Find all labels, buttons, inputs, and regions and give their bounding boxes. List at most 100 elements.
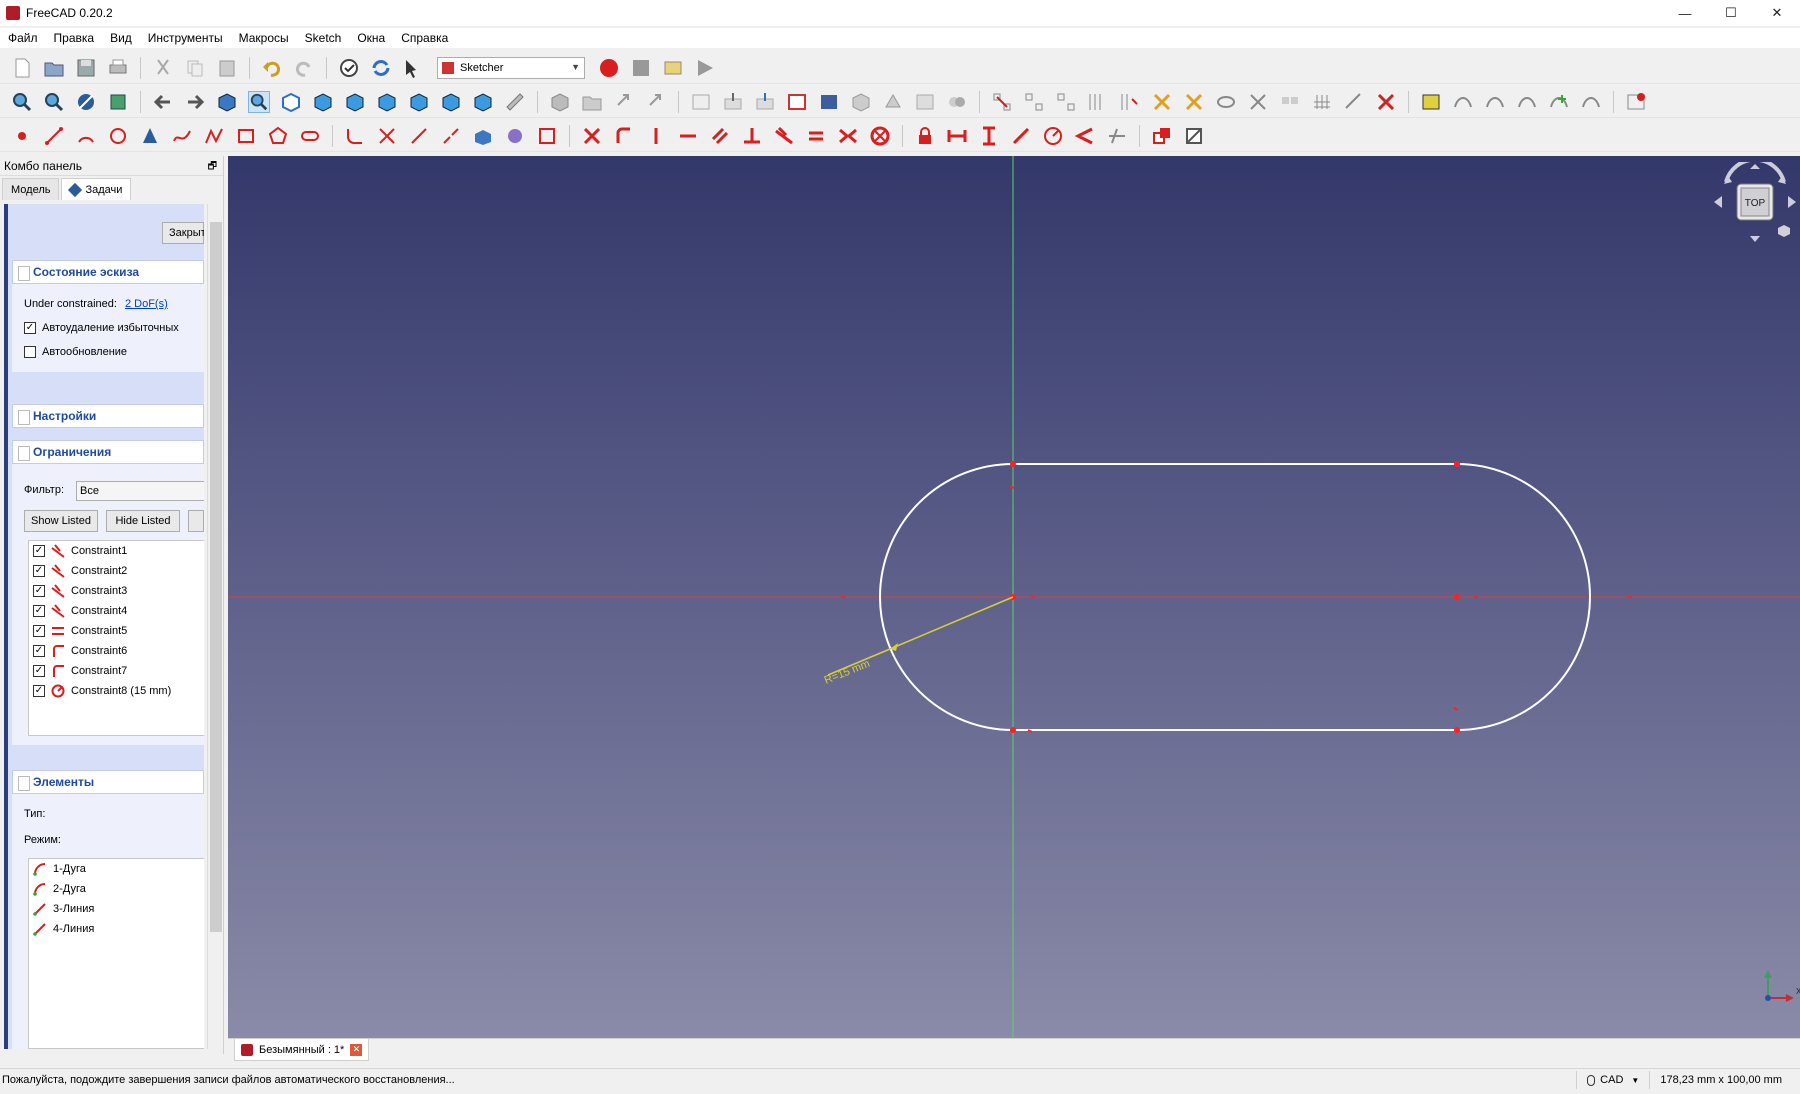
constrain-vertical-distance-icon[interactable]	[978, 125, 1000, 147]
zoom-icon[interactable]	[248, 90, 270, 113]
sketch-point[interactable]	[1454, 594, 1460, 600]
list-item[interactable]: ✓ Constraint2	[29, 561, 204, 581]
arrow-down-icon[interactable]	[1750, 236, 1760, 242]
workbench-selector[interactable]: Sketcher ▼	[437, 56, 585, 79]
constrain-block-icon[interactable]	[869, 125, 891, 147]
auto-remove-checkbox[interactable]: ✓	[24, 322, 36, 334]
list-item[interactable]: ✓ Constraint6	[29, 641, 204, 661]
new-document-icon[interactable]	[11, 57, 33, 79]
constrain-angle-icon[interactable]	[1074, 125, 1096, 147]
isometric-view-icon[interactable]	[280, 91, 302, 113]
document-tab[interactable]: Безымянный : 1* ✕	[234, 1039, 370, 1061]
undock-icon[interactable]: 🗗	[208, 159, 217, 176]
select-origin-icon[interactable]	[1023, 91, 1045, 113]
std-views-icon[interactable]	[216, 91, 238, 113]
menu-sketch[interactable]: Sketch	[297, 28, 350, 48]
tab-tasks[interactable]: Задачи	[61, 178, 132, 200]
list-item[interactable]: ✓ Constraint8 (15 mm)	[29, 681, 204, 701]
list-item[interactable]: 1-Дуга	[29, 859, 204, 879]
constraint-checkbox[interactable]: ✓	[33, 605, 45, 617]
select-constraints-icon[interactable]	[991, 91, 1013, 113]
trim-icon[interactable]	[376, 125, 398, 147]
split-icon[interactable]	[440, 125, 462, 147]
fillet-icon[interactable]	[344, 125, 366, 147]
group-icon[interactable]	[581, 91, 603, 113]
leave-sketch-icon[interactable]	[722, 91, 744, 113]
list-item[interactable]: 4-Линия	[29, 919, 204, 939]
map-sketch-icon[interactable]	[850, 91, 872, 113]
sketch-point[interactable]	[1454, 727, 1460, 733]
radius-dimension-label[interactable]: R=15 mm	[823, 658, 872, 687]
back-arrow-icon[interactable]	[152, 91, 174, 113]
bounding-box-icon[interactable]	[107, 91, 129, 113]
execute-macro-icon[interactable]	[694, 57, 716, 79]
navigation-cube[interactable]: TOP	[1710, 162, 1800, 248]
menu-windows[interactable]: Окна	[349, 28, 393, 48]
external-geometry-icon[interactable]	[472, 125, 494, 147]
symmetry-icon[interactable]	[1247, 91, 1269, 113]
polygon-icon[interactable]	[267, 125, 289, 147]
sketch-point[interactable]	[1454, 461, 1460, 467]
maximize-button[interactable]: ☐	[1708, 0, 1754, 26]
fit-selection-icon[interactable]	[43, 91, 65, 113]
3d-viewport[interactable]: R=15 mm TOP X	[228, 156, 1800, 1038]
bspline-curve-icon[interactable]	[171, 125, 193, 147]
open-document-icon[interactable]	[43, 57, 65, 79]
bspline-increase-icon[interactable]	[1548, 91, 1570, 113]
part-icon[interactable]	[549, 91, 571, 113]
toggle-driving-icon[interactable]	[1151, 125, 1173, 147]
toggle-active-icon[interactable]	[1183, 125, 1205, 147]
arrow-right-icon[interactable]	[1788, 196, 1796, 208]
line-icon[interactable]	[43, 125, 65, 147]
sketch-point[interactable]	[1010, 461, 1016, 467]
constrain-radius-icon[interactable]	[1042, 125, 1064, 147]
constraint-checkbox[interactable]: ✓	[33, 565, 45, 577]
rectangle-icon[interactable]	[235, 125, 257, 147]
constrain-coincident-icon[interactable]	[581, 125, 603, 147]
rear-view-icon[interactable]	[408, 91, 430, 113]
front-view-icon[interactable]	[312, 91, 334, 113]
record-macro-icon[interactable]	[598, 57, 620, 79]
auto-update-row[interactable]: Автообновление	[24, 346, 127, 358]
rectangular-array-icon[interactable]	[1311, 91, 1333, 113]
combo-scrollbar[interactable]	[207, 204, 223, 1049]
navigation-style[interactable]: CAD ▼	[1576, 1071, 1649, 1089]
constrain-tangent-icon[interactable]	[773, 125, 795, 147]
bottom-view-icon[interactable]	[440, 91, 462, 113]
point-icon[interactable]	[11, 125, 33, 147]
constraint-checkbox[interactable]: ✓	[33, 645, 45, 657]
constrain-distance-icon[interactable]	[1010, 125, 1032, 147]
auto-update-checkbox[interactable]	[24, 346, 36, 358]
view-section-icon[interactable]	[818, 91, 840, 113]
constraint-checkbox[interactable]: ✓	[33, 685, 45, 697]
filter-select[interactable]: Все	[76, 481, 204, 501]
show-hide-internal-icon[interactable]	[1215, 91, 1237, 113]
constrain-horizontal-distance-icon[interactable]	[946, 125, 968, 147]
hide-listed-button[interactable]: Hide Listed	[106, 510, 180, 532]
polyline-icon[interactable]	[203, 125, 225, 147]
constraint-checkbox[interactable]: ✓	[33, 545, 45, 557]
select-conflicting-icon[interactable]	[1151, 91, 1173, 113]
validate-sketch-icon[interactable]	[914, 91, 936, 113]
undo-icon[interactable]	[261, 57, 283, 79]
menu-macros[interactable]: Макросы	[231, 28, 297, 48]
constrain-vertical-icon[interactable]	[645, 125, 667, 147]
menu-tools[interactable]: Инструменты	[140, 28, 231, 48]
menu-help[interactable]: Справка	[393, 28, 456, 48]
stop-macro-icon[interactable]	[630, 57, 652, 79]
select-elements-icon[interactable]	[1183, 91, 1205, 113]
bspline-poles-icon[interactable]	[1516, 91, 1538, 113]
slot-icon[interactable]	[299, 125, 321, 147]
bspline-degree-icon[interactable]	[1452, 91, 1474, 113]
redo-icon[interactable]	[293, 57, 315, 79]
select-horizontal-axis-icon[interactable]	[1087, 91, 1109, 113]
view-menu-icon[interactable]	[1778, 225, 1790, 237]
new-sketch-icon[interactable]	[690, 91, 712, 113]
print-icon[interactable]	[107, 57, 129, 79]
sketch-point[interactable]	[1010, 727, 1016, 733]
constrain-parallel-icon[interactable]	[709, 125, 731, 147]
sketch-canvas[interactable]: R=15 mm	[228, 156, 1800, 1038]
radius-dimension-line[interactable]	[889, 596, 1014, 650]
close-tab-icon[interactable]: ✕	[350, 1043, 363, 1056]
clone-icon[interactable]	[1279, 91, 1301, 113]
